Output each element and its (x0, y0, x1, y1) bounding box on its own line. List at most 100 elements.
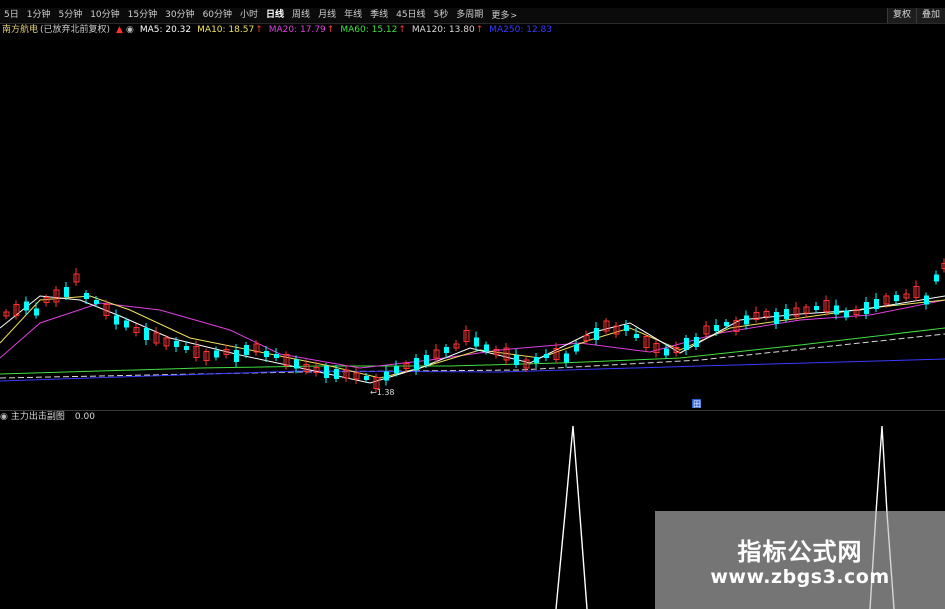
candle-body (744, 315, 749, 325)
ma20-value: MA20: 17.79 (268, 25, 326, 35)
period-tab-weekly[interactable]: 周线 (288, 8, 314, 23)
candle-body (444, 347, 449, 353)
candle-body (264, 351, 269, 357)
low-price-marker: ←1.38 (370, 388, 395, 397)
period-tab-45day[interactable]: 45日线 (392, 8, 429, 23)
period-tab-quarterly[interactable]: 季线 (366, 8, 392, 23)
ma5-value: MA5: 20.32 (139, 25, 192, 35)
candle-body (694, 337, 699, 347)
period-tab-5min[interactable]: 5分钟 (54, 8, 86, 23)
candle-body (814, 306, 819, 310)
candle-body (484, 344, 489, 352)
candle-body (364, 376, 369, 380)
period-tab-5sec[interactable]: 5秒 (430, 8, 453, 23)
period-tab-60min[interactable]: 60分钟 (199, 8, 236, 23)
candle-body (714, 325, 719, 331)
restore-rights-button[interactable]: 复权 (886, 8, 916, 23)
candle-body (274, 354, 279, 358)
candle-body (874, 299, 879, 309)
candle-body (384, 371, 389, 381)
candle-body (624, 325, 629, 331)
ma10-value: MA10: 18.57 (197, 25, 255, 35)
ma60-value: MA60: 15.12 (340, 25, 398, 35)
candle-body (924, 295, 929, 305)
candle-body (474, 337, 479, 347)
settings-circle-icon[interactable]: ◉ (126, 24, 134, 37)
indicator-title[interactable]: 主力出击副图 (11, 411, 65, 423)
candle-body (594, 328, 599, 340)
candle-body (894, 295, 899, 301)
up-arrow-icon[interactable]: ▲ (116, 24, 123, 37)
ma60-up-arrow-icon: ↑ (398, 25, 406, 35)
candle-body (184, 346, 189, 350)
candle-body (514, 355, 519, 365)
candle-body (34, 308, 39, 316)
candle-body (834, 305, 839, 315)
candle-body (414, 358, 419, 370)
period-toolbar: 5日 1分钟 5分钟 10分钟 15分钟 30分钟 60分钟 小时 日线 周线 … (0, 8, 945, 24)
ma-lines (0, 295, 945, 384)
ma60-label: MA60: 15.12↑ (340, 24, 406, 37)
ma5-label: MA5: 20.32 (140, 24, 191, 37)
ma20-line (0, 299, 945, 369)
period-tab-15min[interactable]: 15分钟 (124, 8, 161, 23)
candle-body (784, 309, 789, 319)
period-tab-daily[interactable]: 日线 (262, 8, 288, 23)
candle-body (774, 312, 779, 324)
candle-body (574, 344, 579, 352)
ma120-label: MA120: 13.80↑ (412, 24, 483, 37)
more-label: 更多 (491, 10, 510, 21)
candles (3, 258, 945, 393)
overlay-button[interactable]: 叠加 (915, 8, 945, 23)
candle-body (244, 345, 249, 355)
candle-body (114, 315, 119, 325)
period-tab-5day[interactable]: 5日 (0, 8, 23, 23)
toolbar-right-buttons: 复权 叠加 (886, 8, 945, 23)
adjust-note: (已放弃北前复权) (40, 25, 111, 35)
candle-body (234, 350, 239, 362)
period-tab-more[interactable]: 更多> (487, 8, 521, 24)
period-tab-1min[interactable]: 1分钟 (23, 8, 55, 23)
candle-body (684, 338, 689, 350)
candle-body (724, 322, 729, 326)
candle-body (664, 348, 669, 356)
period-tab-10min[interactable]: 10分钟 (86, 8, 123, 23)
period-tab-hour[interactable]: 小时 (236, 8, 262, 23)
candle-body (534, 357, 539, 363)
candle-body (334, 369, 339, 379)
period-tab-monthly[interactable]: 月线 (314, 8, 340, 23)
period-tab-yearly[interactable]: 年线 (340, 8, 366, 23)
ma20-label: MA20: 17.79↑ (269, 24, 335, 37)
candle-body (324, 366, 329, 378)
period-tab-multi[interactable]: 多周期 (452, 8, 487, 23)
candle-body (564, 353, 569, 363)
ma250-value: MA250: 12.83 (489, 25, 552, 35)
pane-divider[interactable] (0, 410, 945, 411)
ma60-line (0, 327, 945, 375)
ma10-label: MA10: 18.57↑ (197, 24, 263, 37)
candle-body (214, 350, 219, 358)
ma-legend: 南方航电 (已放弃北前复权) ▲ ◉ MA5: 20.32 MA10: 18.5… (0, 24, 552, 37)
candlestick-chart[interactable]: ←1.38 田 (0, 38, 945, 410)
indicator-spike-1 (555, 425, 588, 609)
candle-body (94, 300, 99, 304)
indicator-value: 0.00 (74, 412, 95, 422)
ma250-label: MA250: 12.83 (489, 24, 552, 37)
candle-body (124, 320, 129, 328)
stock-name[interactable]: 南方航电 (2, 24, 38, 37)
ma120-value: MA120: 13.80 (411, 25, 475, 35)
candle-body (844, 310, 849, 318)
indicator-header: ◉ 主力出击副图 0.00 (0, 411, 95, 423)
ma10-up-arrow-icon: ↑ (255, 25, 263, 35)
candle-body (294, 359, 299, 369)
candle-body (64, 287, 69, 297)
indicator-settings-icon[interactable]: ◉ (0, 411, 8, 423)
ma20-up-arrow-icon: ↑ (326, 25, 335, 35)
candle-body (544, 354, 549, 358)
candle-body (934, 274, 939, 282)
period-tab-30min[interactable]: 30分钟 (161, 8, 198, 23)
candle-body (864, 302, 869, 314)
watermark-url: www.zbgs3.com (710, 566, 890, 588)
bottom-badge[interactable]: 田 (693, 400, 701, 409)
candle-body (84, 293, 89, 299)
